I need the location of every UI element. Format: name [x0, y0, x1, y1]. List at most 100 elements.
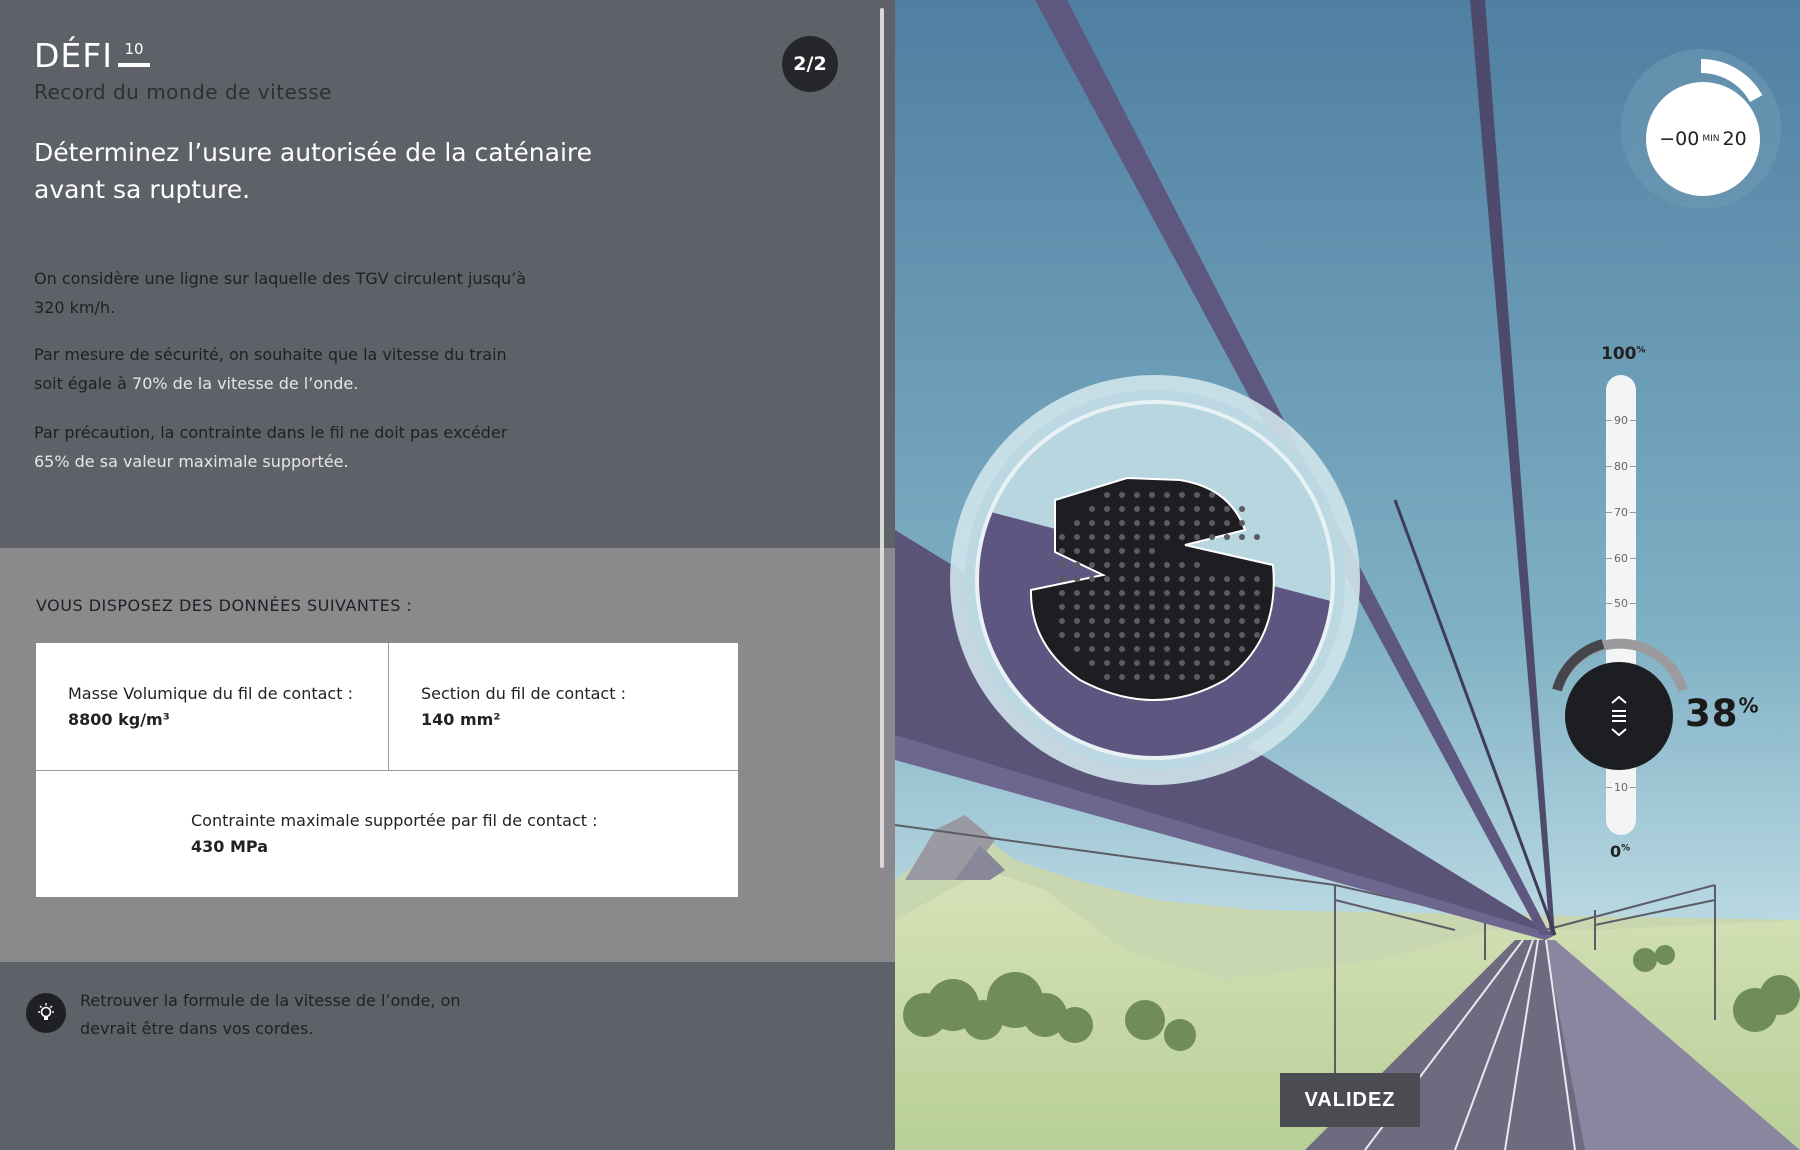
wire-strand-dot: [1224, 604, 1230, 610]
wire-strand-dot: [1254, 576, 1260, 582]
wire-strand-dot: [1164, 604, 1170, 610]
gauge-current-value: 38%: [1685, 692, 1760, 735]
wire-strand-dot: [1059, 632, 1065, 638]
wire-strand-dot: [1104, 520, 1110, 526]
wire-strand-dot: [1179, 534, 1185, 540]
wire-strand-dot: [1104, 674, 1110, 680]
wire-strand-dot: [1179, 520, 1185, 526]
wire-strand-dot: [1059, 618, 1065, 624]
wire-strand-dot: [1194, 632, 1200, 638]
wire-strand-dot: [1239, 646, 1245, 652]
wire-strand-dot: [1209, 520, 1215, 526]
wire-strand-dot: [1224, 520, 1230, 526]
data-cell-max-stress: Contrainte maximale supportée par fil de…: [191, 808, 598, 860]
wire-strand-dot: [1254, 604, 1260, 610]
wire-strand-dot: [1074, 604, 1080, 610]
context-paragraph-3-text: Par précaution, la contrainte dans le fi…: [34, 423, 508, 442]
wire-strand-dot: [1194, 674, 1200, 680]
wire-strand-dot: [1254, 618, 1260, 624]
data-table: Masse Volumique du fil de contact : 8800…: [36, 643, 738, 897]
wire-strand-dot: [1134, 534, 1140, 540]
data-table-divider-horizontal: [36, 770, 738, 771]
wire-strand-dot: [1239, 590, 1245, 596]
gauge-value-percent: %: [1738, 693, 1760, 718]
wire-strand-dot: [1149, 534, 1155, 540]
wire-strand-dot: [1104, 492, 1110, 498]
wire-strand-dot: [1164, 520, 1170, 526]
wire-strand-dot: [1179, 562, 1185, 568]
wire-strand-dot: [1179, 590, 1185, 596]
wire-strand-dot: [1239, 534, 1245, 540]
wire-strand-dot: [1059, 548, 1065, 554]
validate-button[interactable]: VALIDEZ: [1280, 1073, 1420, 1127]
wire-strand-dot: [1179, 660, 1185, 666]
wire-strand-dot: [1104, 660, 1110, 666]
hint-text: Retrouver la formule de la vitesse de l’…: [80, 991, 461, 1038]
wire-strand-dot: [1074, 632, 1080, 638]
wire-strand-dot: [1224, 660, 1230, 666]
wire-strand-dot: [1059, 576, 1065, 582]
wire-strand-dot: [1149, 660, 1155, 666]
drag-handle-icon[interactable]: [1565, 662, 1673, 770]
wire-strand-dot: [1119, 492, 1125, 498]
wire-strand-dot: [1074, 548, 1080, 554]
timer-unit: MIN: [1702, 134, 1720, 144]
wire-strand-dot: [1239, 520, 1245, 526]
wire-strand-dot: [1119, 590, 1125, 596]
wire-strand-dot: [1119, 660, 1125, 666]
gauge-value-number: 38: [1685, 692, 1739, 735]
wire-strand-dot: [1119, 562, 1125, 568]
data-cell-density-label: Masse Volumique du fil de contact :: [68, 684, 353, 703]
wire-strand-dot: [1134, 618, 1140, 624]
wire-strand-dot: [1239, 618, 1245, 624]
wire-strand-dot: [1164, 660, 1170, 666]
wire-strand-dot: [1134, 604, 1140, 610]
challenge-panel: DÉFI 10 Record du monde de vitesse 2/2 D…: [0, 0, 895, 1150]
panel-scrollbar[interactable]: [880, 8, 884, 868]
wire-strand-dot: [1074, 646, 1080, 652]
wire-strand-dot: [1119, 632, 1125, 638]
wire-strand-dot: [1074, 520, 1080, 526]
wire-strand-dot: [1179, 674, 1185, 680]
wire-strand-dot: [1164, 632, 1170, 638]
timer-seconds: 20: [1722, 128, 1747, 150]
data-cell-section-label: Section du fil de contact :: [421, 684, 626, 703]
context-paragraph-2-highlight: 70% de la vitesse de l’onde.: [132, 374, 359, 393]
wire-strand-dot: [1134, 562, 1140, 568]
lightbulb-icon[interactable]: [26, 993, 66, 1033]
wire-strand-dot: [1089, 534, 1095, 540]
challenge-number: 10: [124, 40, 144, 58]
context-paragraph-1: On considère une ligne sur laquelle des …: [34, 269, 527, 317]
wire-strand-dot: [1149, 618, 1155, 624]
data-cell-density-value: 8800 kg/m³: [68, 710, 170, 729]
wire-strand-dot: [1194, 618, 1200, 624]
wire-strand-dot: [1119, 506, 1125, 512]
challenge-subtitle: Record du monde de vitesse: [34, 80, 332, 104]
wire-strand-dot: [1089, 548, 1095, 554]
data-cell-max-stress-value: 430 MPa: [191, 837, 268, 856]
wire-strand-dot: [1134, 492, 1140, 498]
challenge-title: DÉFI: [34, 36, 113, 75]
wire-strand-dot: [1224, 646, 1230, 652]
wire-strand-dot: [1119, 548, 1125, 554]
data-table-divider-vertical: [388, 643, 389, 770]
wire-strand-dot: [1104, 562, 1110, 568]
wire-strand-dot: [1074, 534, 1080, 540]
wire-strand-dot: [1254, 632, 1260, 638]
wire-strand-dot: [1164, 562, 1170, 568]
wire-strand-dot: [1134, 576, 1140, 582]
wire-strand-dot: [1134, 660, 1140, 666]
wire-strand-dot: [1209, 660, 1215, 666]
gauge-tick: 70: [1606, 506, 1636, 520]
wire-strand-dot: [1149, 548, 1155, 554]
data-cell-density: Masse Volumique du fil de contact : 8800…: [68, 681, 353, 733]
wire-strand-dot: [1059, 562, 1065, 568]
gauge-tick: 60: [1606, 552, 1636, 566]
data-section-heading: VOUS DISPOSEZ DES DONNÉES SUIVANTES :: [36, 596, 413, 615]
wire-strand-dot: [1224, 618, 1230, 624]
wire-strand-dot: [1149, 646, 1155, 652]
wire-strand-dot: [1209, 674, 1215, 680]
wire-strand-dot: [1164, 506, 1170, 512]
gauge-min-percent: %: [1621, 843, 1631, 854]
wire-strand-dot: [1239, 632, 1245, 638]
